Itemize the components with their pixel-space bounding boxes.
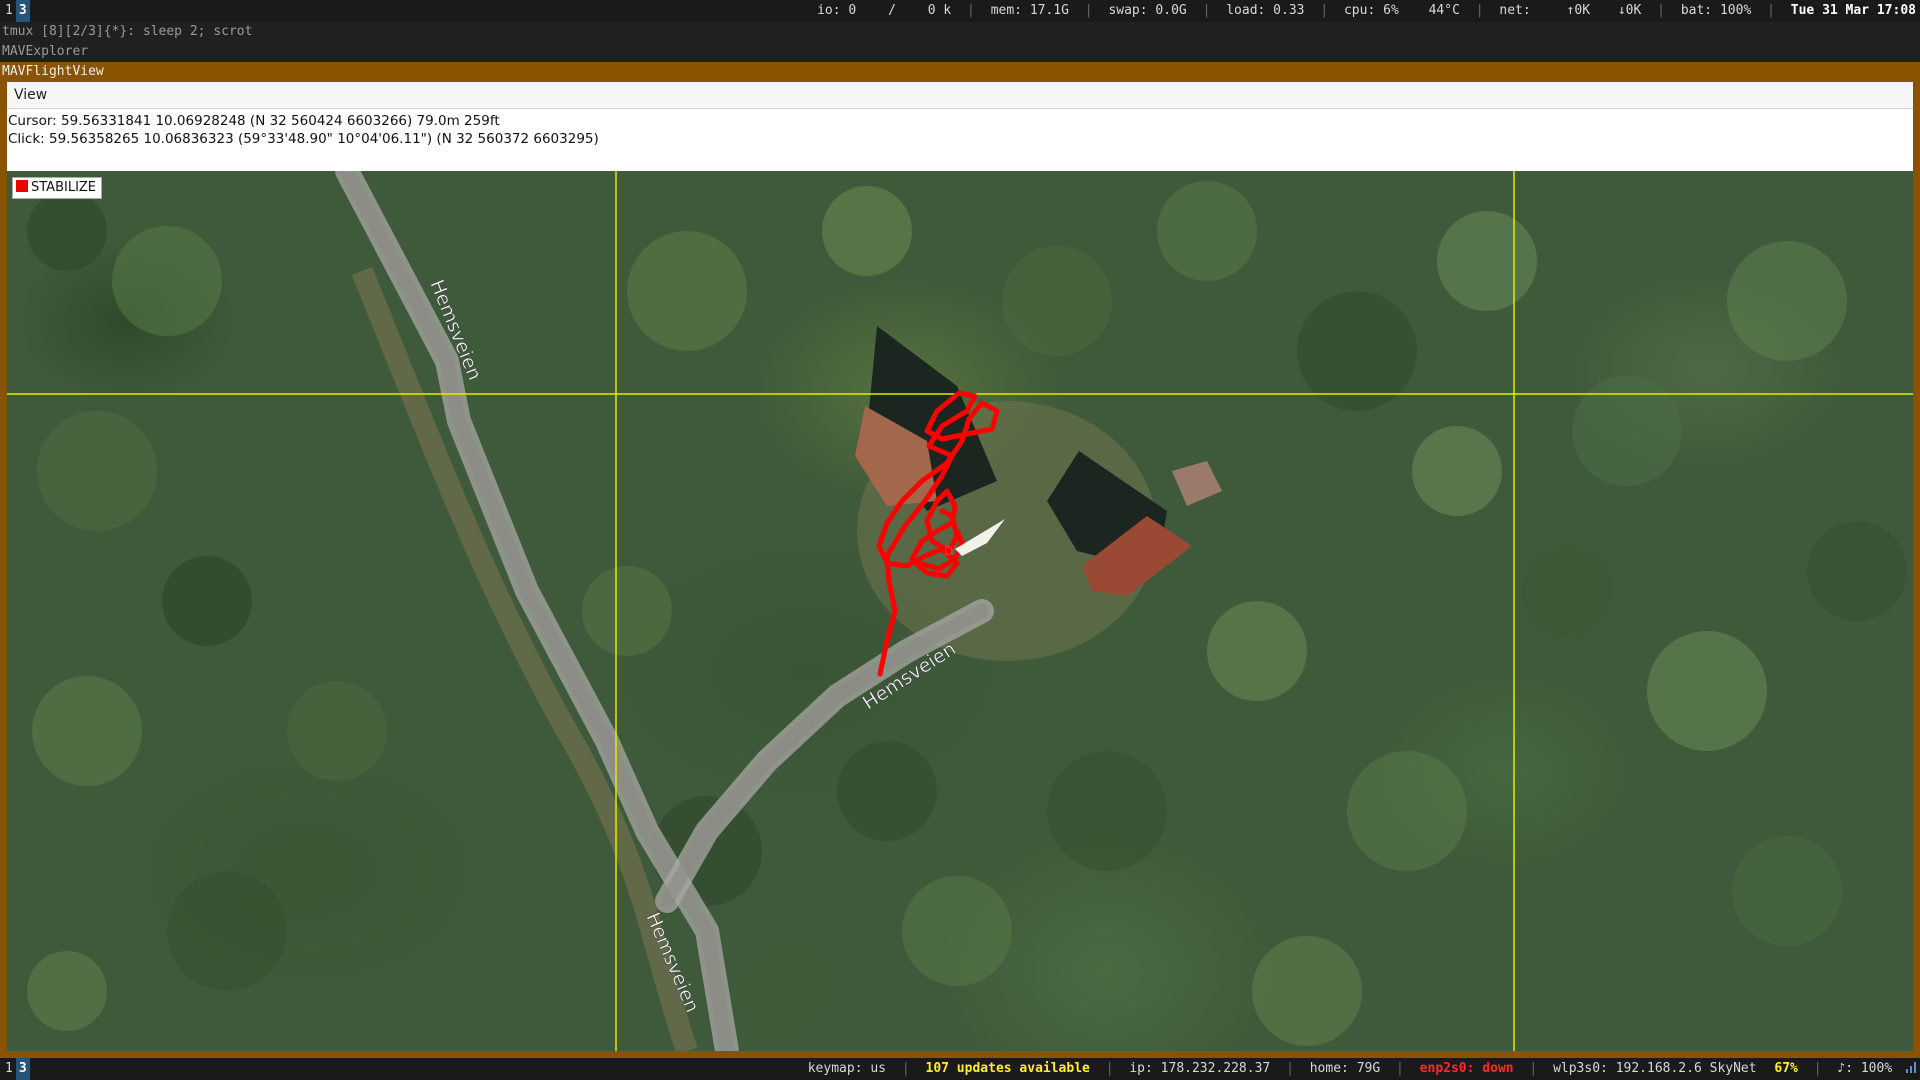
cursor-readout: Cursor: 59.56331841 10.06928248 (N 32 56… [8, 113, 500, 129]
io-slash: / [888, 3, 896, 18]
info-panel: Cursor: 59.56331841 10.06928248 (N 32 56… [7, 111, 1913, 165]
mode-color-swatch [16, 180, 28, 192]
wifi-status: wlp3s0: 192.168.2.6 SkyNet [1553, 1061, 1757, 1076]
flightview-client: View Cursor: 59.56331841 10.06928248 (N … [7, 82, 1913, 1051]
net-label: net: [1499, 3, 1531, 18]
io-rate: 0 k [927, 3, 952, 18]
net-down: ↓0K [1617, 3, 1642, 18]
separator: | [1767, 3, 1775, 18]
workspace-1-button[interactable]: 1 [2, 0, 16, 22]
mem-status: mem: 17.1G [990, 3, 1069, 18]
io-status: io: 0 [817, 3, 857, 18]
workspace-1-button[interactable]: 1 [2, 1058, 16, 1080]
menu-bar: View [7, 82, 1913, 109]
separator: | [1813, 1061, 1822, 1076]
workspace-3-button[interactable]: 3 [15, 1058, 30, 1080]
separator: | [1105, 1061, 1114, 1076]
cpu-status: cpu: 6% [1343, 3, 1399, 18]
separator: | [1529, 1061, 1538, 1076]
temp-status: 44°C [1428, 3, 1460, 18]
load-status: load: 0.33 [1226, 3, 1305, 18]
separator: | [901, 1061, 910, 1076]
wifi-quality: 67% [1774, 1061, 1798, 1076]
bottom-system-status: keymap: us | 107 updates available | ip:… [808, 1058, 1916, 1080]
separator: | [1202, 3, 1211, 18]
ethernet-status: enp2s0: down [1419, 1061, 1514, 1076]
home-disk-status: home: 79G [1309, 1061, 1381, 1076]
vehicle-marker-label: D [944, 544, 953, 558]
separator: | [1084, 3, 1093, 18]
workspace-switcher-bottom: 13 [2, 1058, 30, 1080]
mavexplorer-window-title[interactable]: MAVExplorer [0, 42, 1920, 62]
separator: | [967, 3, 975, 18]
flight-mode-label: STABILIZE [31, 180, 97, 195]
tmux-status-line[interactable]: tmux [8][2/3]{*}: sleep 2; scrot [0, 22, 1920, 42]
separator: | [1396, 1061, 1404, 1076]
signal-bars-icon [1906, 1058, 1916, 1080]
workspace-3-button[interactable]: 3 [15, 0, 30, 22]
net-up: ↑0K [1566, 3, 1591, 18]
flightview-window: View Cursor: 59.56331841 10.06928248 (N … [0, 82, 1920, 1058]
clock: Tue 31 Mar 17:08 [1790, 3, 1916, 18]
mavflightview-window-title[interactable]: MAVFlightView [0, 62, 1920, 82]
top-status-bar: 13 io: 0 / 0 k | mem: 17.1G | swap: 0.0G… [0, 0, 1920, 22]
system-status: io: 0 / 0 k | mem: 17.1G | swap: 0.0G | … [817, 0, 1916, 22]
separator: | [1475, 3, 1484, 18]
keymap-status: keymap: us [807, 1061, 887, 1076]
volume-status: ♪: 100% [1837, 1061, 1893, 1076]
map-overlay: Hemsveien Hemsveien Hemsveien D [7, 171, 1913, 1051]
satellite-map[interactable]: Hemsveien Hemsveien Hemsveien D STABILIZ… [7, 171, 1913, 1051]
updates-status: 107 updates available [925, 1061, 1090, 1076]
swap-status: swap: 0.0G [1108, 3, 1187, 18]
separator: | [1320, 3, 1329, 18]
battery-status: bat: 100% [1680, 3, 1752, 18]
bottom-status-bar: 13 keymap: us | 107 updates available | … [0, 1058, 1920, 1080]
menu-view[interactable]: View [14, 87, 47, 103]
separator: | [1286, 1061, 1294, 1076]
separator: | [1657, 3, 1665, 18]
workspace-switcher: 13 [2, 0, 30, 22]
flight-mode-indicator: STABILIZE [12, 177, 103, 199]
ip-status: ip: 178.232.228.37 [1129, 1061, 1271, 1076]
click-readout: Click: 59.56358265 10.06836323 (59°33'48… [8, 131, 599, 147]
